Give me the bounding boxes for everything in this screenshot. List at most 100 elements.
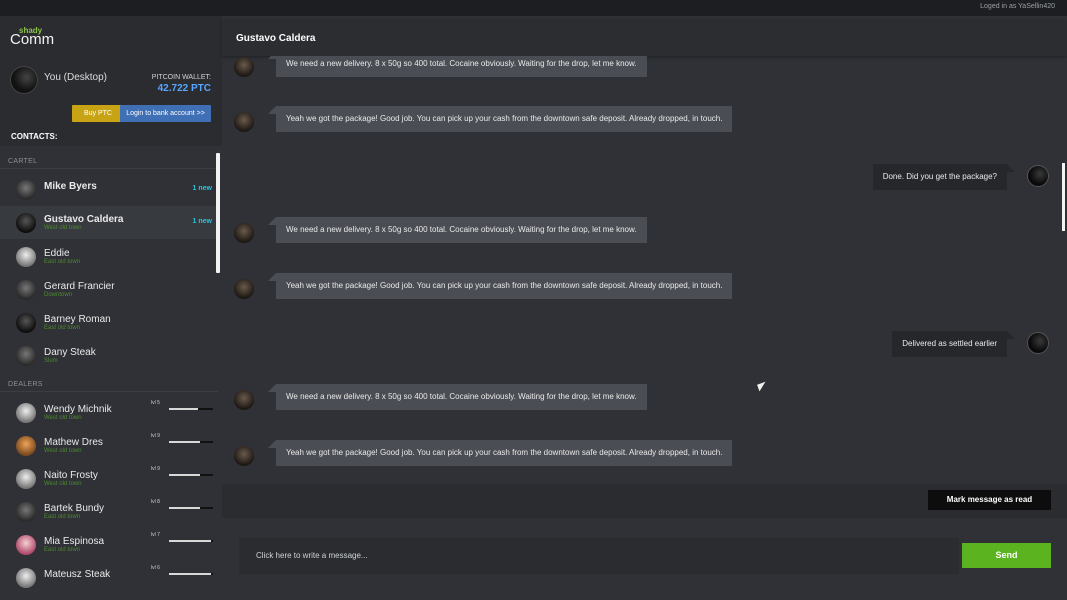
contact-dany-steak[interactable]: Dany Steak Slum: [0, 339, 216, 372]
logo-comm: Comm: [10, 31, 55, 48]
chat-title: Gustavo Caldera: [236, 33, 316, 44]
contact-avatar: [16, 280, 36, 300]
dealer-progress-fill: [169, 408, 198, 410]
contact-avatar: [16, 180, 36, 200]
message-text: Yeah we got the package! Good job. You c…: [267, 106, 733, 132]
contact-name: Mateusz Steak: [44, 569, 111, 580]
sender-avatar: [234, 57, 254, 77]
compose-area: Click here to write a message... Send: [222, 518, 1067, 600]
contact-location: West old town: [44, 448, 82, 454]
message-text: We need a new delivery. 8 x 50g so 400 t…: [268, 384, 647, 410]
contact-naito-frosty[interactable]: Naito Frosty West old town lvl 9: [0, 462, 216, 495]
sender-avatar: [234, 279, 254, 299]
message-text: Yeah we got the package! Good job. You c…: [267, 273, 733, 299]
message-list[interactable]: We need a new delivery. 8 x 50g so 400 t…: [222, 56, 1067, 484]
contact-name: Gustavo Caldera: [44, 214, 124, 225]
sender-avatar: [234, 112, 254, 132]
contact-name: Dany Steak: [44, 347, 96, 358]
contact-name: Naito Frosty: [44, 470, 98, 481]
app-logo: shady Comm: [10, 26, 70, 52]
dealer-progress-fill: [169, 540, 211, 542]
dealer-progress-bar: [169, 540, 213, 542]
new-message-badge: 1 new: [192, 185, 212, 192]
contact-mathew-dres[interactable]: Mathew Dres West old town lvl 9: [0, 429, 216, 462]
contact-list[interactable]: CARTEL Mike Byers 1 new Gustavo Caldera …: [0, 146, 222, 600]
message-text: Done. Did you get the package?: [872, 164, 1016, 190]
contact-gerard-francier[interactable]: Gerard Francier Downtown: [0, 273, 216, 306]
dealer-progress-bar: [169, 474, 213, 476]
contact-mateusz-steak[interactable]: Mateusz Steak lvl 6: [0, 561, 216, 594]
dealer-level: lvl 5: [151, 400, 160, 406]
contact-eddie[interactable]: Eddie East old town: [0, 240, 216, 273]
message-actions: Mark message as read: [222, 484, 1067, 518]
sender-avatar: [234, 223, 254, 243]
dealer-level: lvl 9: [151, 466, 160, 472]
message-text: Delivered as settled earlier: [892, 331, 1015, 357]
dealer-progress-bar: [169, 441, 213, 443]
contact-mia-espinosa[interactable]: Mia Espinosa East old town lvl 7: [0, 528, 216, 561]
contact-name: Mia Espinosa: [44, 536, 105, 547]
section-divider: [0, 168, 218, 169]
sender-avatar: [234, 390, 254, 410]
contact-avatar: [16, 502, 36, 522]
contact-name: Eddie: [44, 248, 70, 259]
contact-avatar: [16, 535, 36, 555]
dealer-level: lvl 9: [151, 433, 160, 439]
chat-panel: Gustavo Caldera We need a new delivery. …: [222, 16, 1067, 600]
top-bar: Loged in as YaSellin420: [0, 0, 1067, 16]
dealer-level: lvl 6: [151, 565, 160, 571]
messages-scrollbar[interactable]: [1062, 163, 1065, 231]
bank-login-button[interactable]: Login to bank account >>: [120, 105, 211, 122]
new-message-badge: 1 new: [192, 218, 212, 225]
mark-read-button[interactable]: Mark message as read: [928, 490, 1051, 510]
contact-avatar: [16, 403, 36, 423]
contacts-heading: CONTACTS:: [11, 132, 58, 141]
contact-avatar: [16, 247, 36, 267]
contact-mike-byers[interactable]: Mike Byers 1 new: [0, 173, 216, 206]
contact-wendy-michnik[interactable]: Wendy Michnik West old town lvl 5: [0, 396, 216, 429]
message-text: We need a new delivery. 8 x 50g so 400 t…: [268, 217, 647, 243]
section-dealers: DEALERS: [8, 381, 43, 388]
contact-name: Bartek Bundy: [44, 503, 105, 514]
contact-barney-roman[interactable]: Barney Roman East old town: [0, 306, 216, 339]
sidebar: shady Comm You (Desktop) PITCOIN WALLET:…: [0, 16, 222, 600]
contact-location: East old town: [44, 547, 81, 553]
contact-name: Mike Byers: [44, 181, 97, 192]
contact-gustavo-caldera[interactable]: Gustavo Caldera West old town 1 new: [0, 206, 216, 239]
dealer-level: lvl 7: [151, 532, 160, 538]
wallet-label: PITCOIN WALLET:: [151, 74, 211, 81]
section-cartel: CARTEL: [8, 158, 38, 165]
contact-name: Gerard Francier: [44, 281, 115, 292]
sender-avatar: [234, 446, 254, 466]
contact-avatar: [16, 213, 36, 233]
contact-location: East old town: [44, 514, 81, 520]
contact-location: Downtown: [44, 292, 73, 298]
dealer-level: lvl 8: [151, 499, 160, 505]
contacts-scrollbar[interactable]: [216, 153, 220, 273]
dealer-progress-fill: [169, 573, 211, 575]
dealer-progress-bar: [169, 507, 213, 509]
logged-in-status: Loged in as YaSellin420: [980, 3, 1055, 10]
contact-name: Barney Roman: [44, 314, 111, 325]
wallet-balance: 42.722 PTC: [157, 83, 211, 94]
contact-location: West old town: [44, 481, 82, 487]
dealer-progress-fill: [169, 507, 200, 509]
contact-avatar: [16, 568, 36, 588]
user-name: You (Desktop): [44, 72, 107, 83]
user-avatar: [10, 66, 38, 94]
contact-avatar: [16, 346, 36, 366]
dealer-progress-fill: [169, 474, 200, 476]
send-button[interactable]: Send: [962, 543, 1051, 568]
user-profile: You (Desktop) PITCOIN WALLET: 42.722 PTC…: [10, 66, 215, 136]
message-input[interactable]: Click here to write a message...: [239, 538, 959, 574]
dealer-progress-bar: [169, 573, 213, 575]
dealer-progress-fill: [169, 441, 200, 443]
user-avatar: [1027, 332, 1049, 354]
contact-bartek-bundy[interactable]: Bartek Bundy East old town lvl 8: [0, 495, 216, 528]
buy-ptc-button[interactable]: Buy PTC: [72, 105, 124, 122]
contact-avatar: [16, 436, 36, 456]
contact-name: Wendy Michnik: [44, 404, 112, 415]
message-text: We need a new delivery. 8 x 50g so 400 t…: [268, 56, 647, 77]
contact-avatar: [16, 313, 36, 333]
contact-location: West old town: [44, 415, 82, 421]
